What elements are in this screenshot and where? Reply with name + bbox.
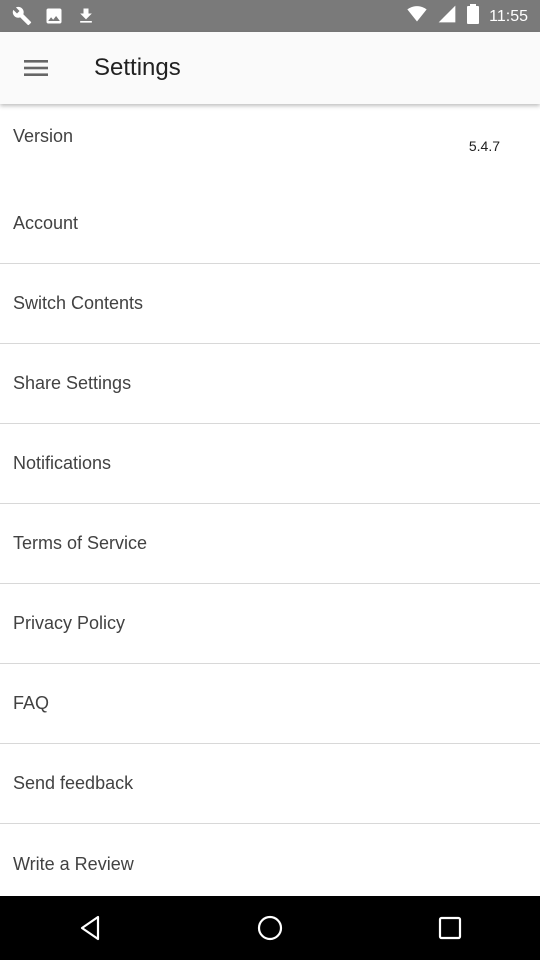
version-label: Version (13, 125, 74, 146)
status-bar: 11:55 (0, 0, 540, 32)
settings-item-write-a-review[interactable]: Write a Review (0, 824, 540, 896)
settings-item-terms-of-service[interactable]: Terms of Service (0, 504, 540, 584)
settings-item-label: Account (13, 213, 79, 233)
status-right-icons: 11:55 (407, 4, 528, 29)
settings-item-label: Terms of Service (13, 533, 148, 553)
settings-item-label: Share Settings (13, 373, 132, 393)
status-time: 11:55 (489, 7, 528, 25)
settings-item-privacy-policy[interactable]: Privacy Policy (0, 584, 540, 664)
settings-item-label: Notifications (13, 453, 112, 473)
signal-icon (437, 4, 457, 29)
navigation-bar (0, 896, 540, 960)
settings-item-version: Version 5.4.7 (0, 104, 540, 184)
settings-item-share-settings[interactable]: Share Settings (0, 344, 540, 424)
image-icon (44, 6, 64, 31)
settings-item-label: Write a Review (13, 853, 134, 874)
page-title: Settings (94, 54, 181, 81)
settings-list: Version 5.4.7 Account Switch Contents Sh… (0, 104, 540, 896)
settings-item-send-feedback[interactable]: Send feedback (0, 744, 540, 824)
wrench-icon (12, 6, 32, 31)
settings-item-faq[interactable]: FAQ (0, 664, 540, 744)
settings-item-label: Privacy Policy (13, 613, 126, 633)
settings-item-account[interactable]: Account (0, 184, 540, 264)
wifi-icon (407, 4, 427, 29)
settings-item-label: Send feedback (13, 773, 134, 793)
app-bar: Settings (0, 32, 540, 104)
settings-item-label: Switch Contents (13, 293, 144, 313)
settings-item-label: FAQ (13, 693, 50, 713)
hamburger-menu-icon[interactable] (18, 50, 54, 86)
home-icon[interactable] (240, 908, 300, 948)
back-icon[interactable] (60, 908, 120, 948)
settings-item-switch-contents[interactable]: Switch Contents (0, 264, 540, 344)
settings-item-notifications[interactable]: Notifications (0, 424, 540, 504)
download-icon (76, 6, 96, 31)
status-left-icons (12, 6, 96, 31)
recents-icon[interactable] (420, 908, 480, 948)
version-value: 5.4.7 (468, 138, 500, 154)
battery-icon (467, 4, 480, 29)
